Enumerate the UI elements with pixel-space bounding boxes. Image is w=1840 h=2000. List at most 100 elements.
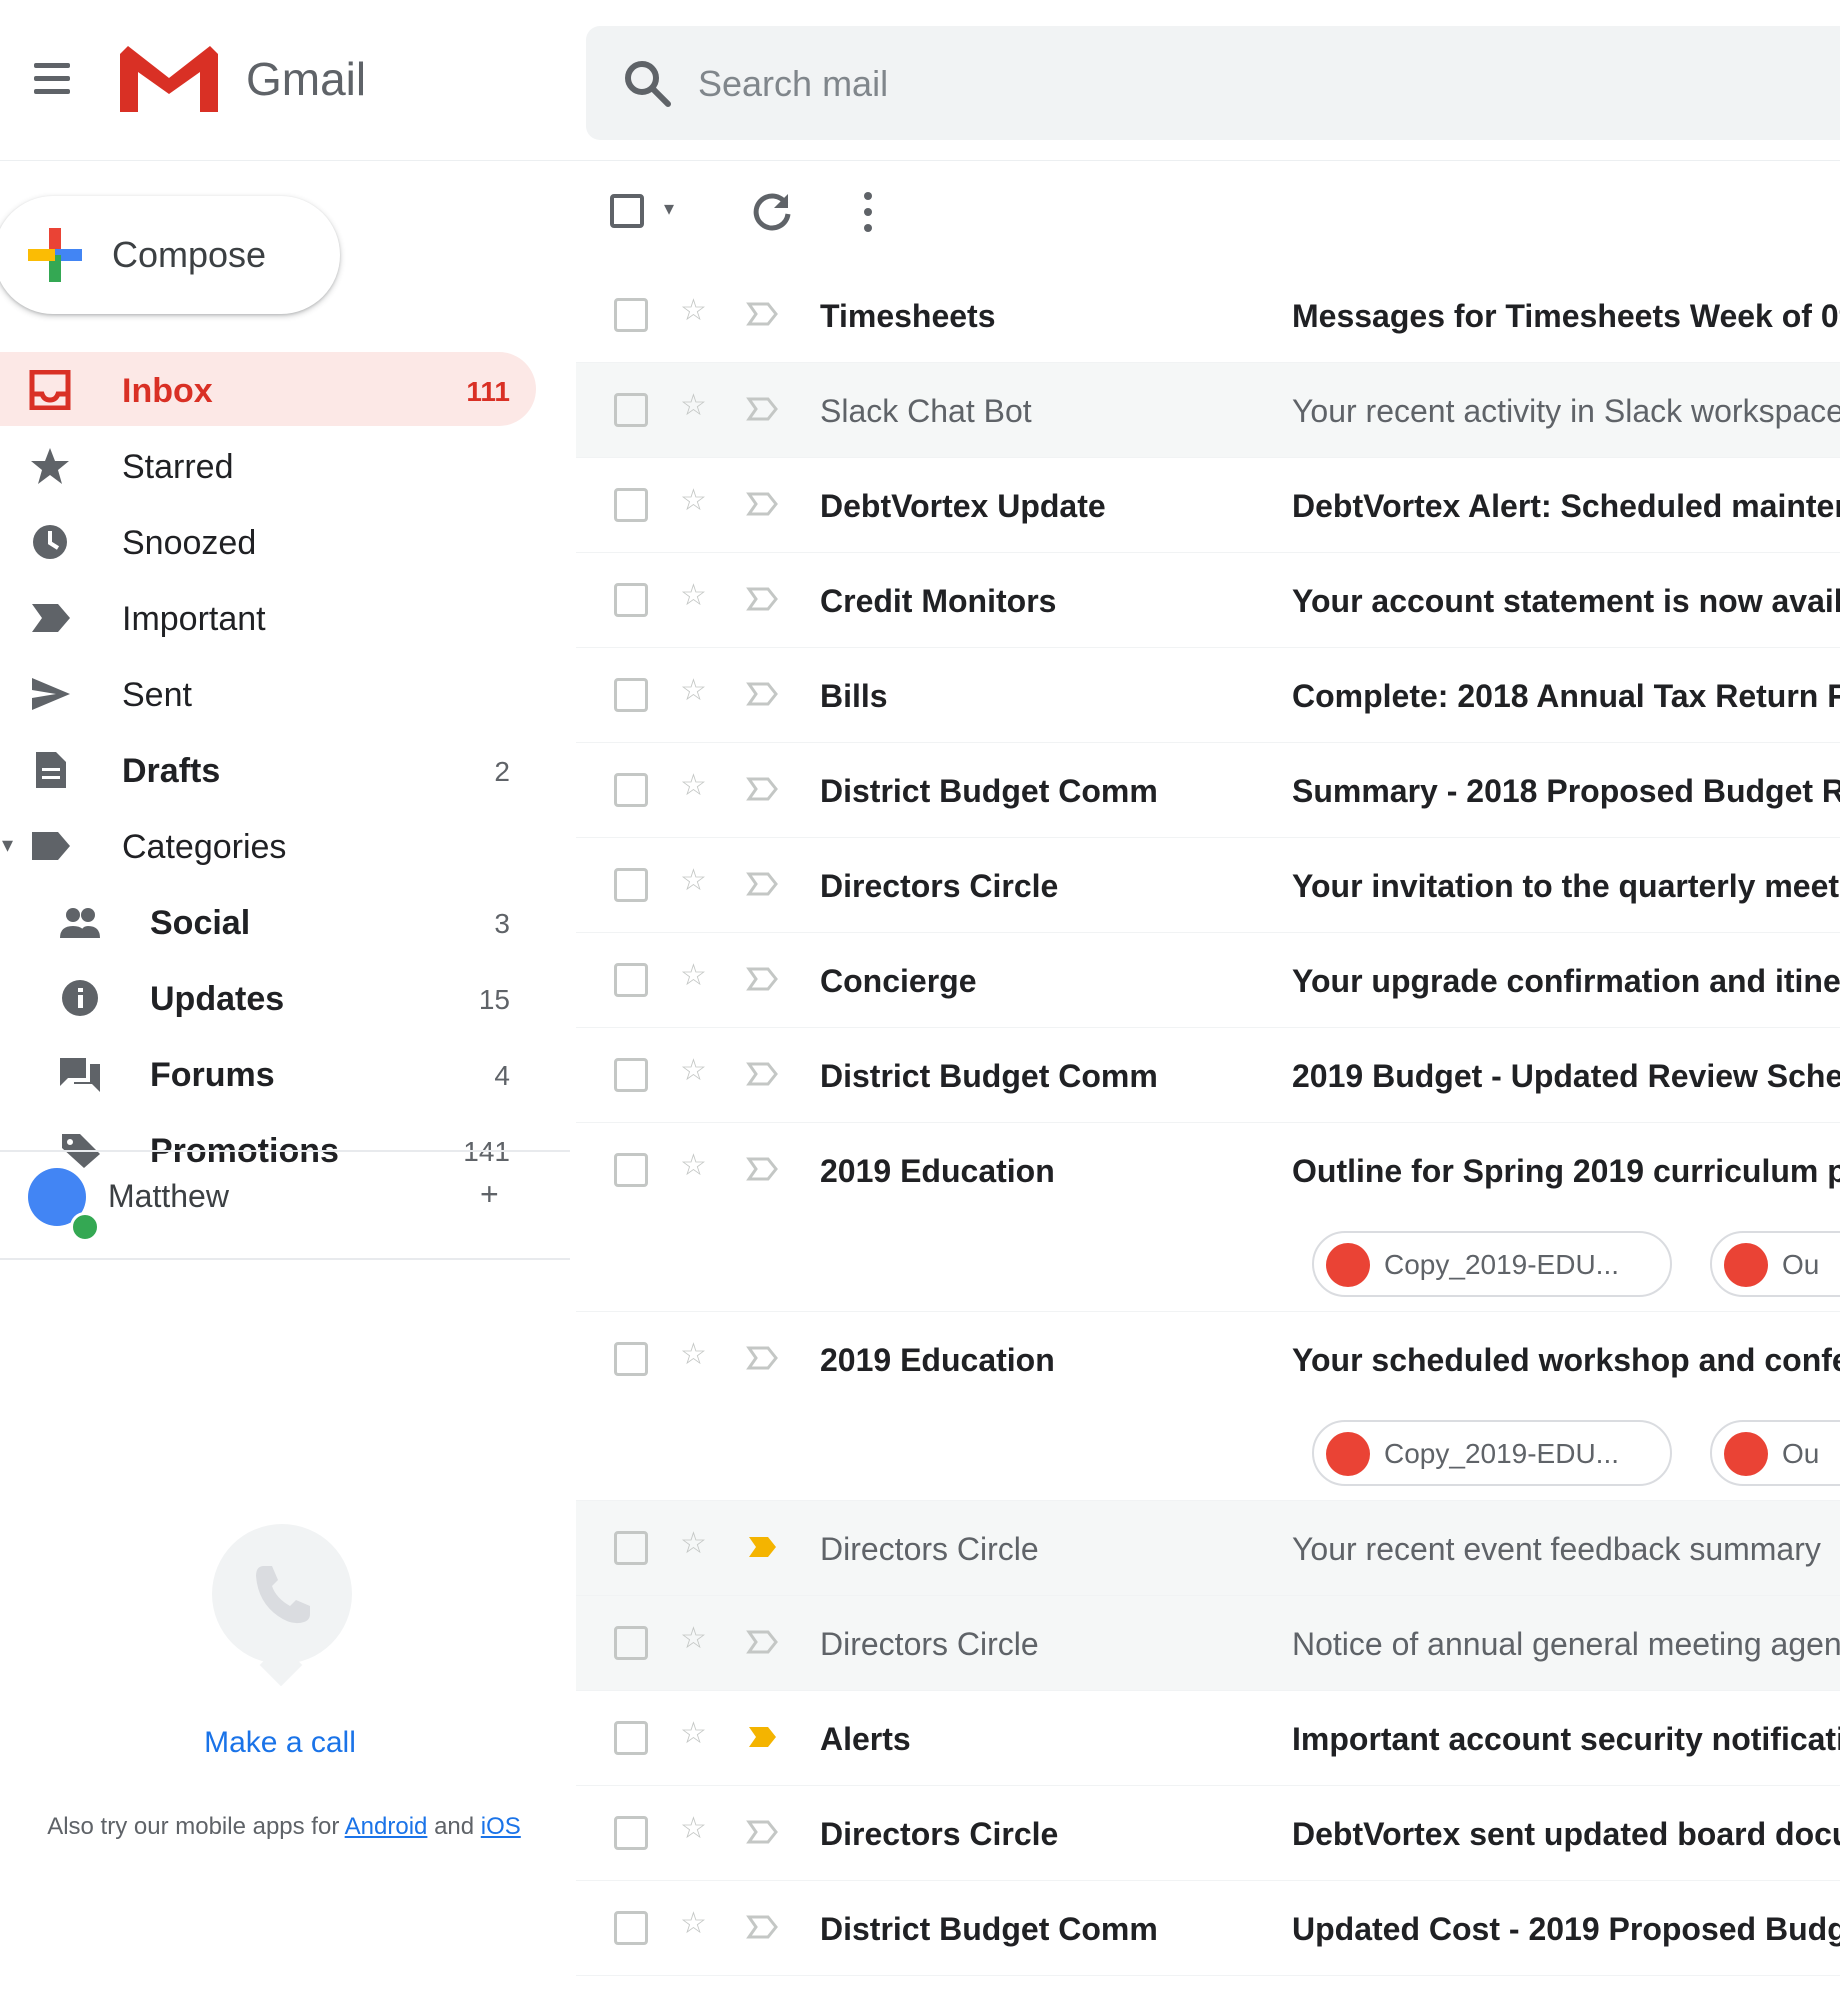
star-icon[interactable]: ☆	[680, 1056, 707, 1086]
important-marker-icon[interactable]	[746, 773, 778, 805]
search-icon[interactable]	[620, 56, 674, 110]
star-icon[interactable]: ☆	[680, 296, 707, 326]
row-checkbox[interactable]	[614, 963, 648, 997]
row-checkbox[interactable]	[614, 393, 648, 427]
email-row[interactable]: ☆ DebtVortex Update DebtVortex Alert: Sche…	[576, 458, 1840, 553]
important-marker-icon[interactable]	[746, 1721, 778, 1753]
sidebar-item-promotions[interactable]: Promotions 141	[0, 1112, 536, 1186]
row-checkbox[interactable]	[614, 1342, 648, 1376]
important-marker-icon[interactable]	[746, 393, 778, 425]
search-bar[interactable]	[586, 26, 1840, 140]
attachment-chip[interactable]: Ou	[1710, 1420, 1840, 1486]
important-marker-icon[interactable]	[746, 1816, 778, 1848]
compose-button[interactable]: Compose	[0, 196, 340, 314]
email-row[interactable]: ☆ Credit Monitors Your account statement i…	[576, 553, 1840, 648]
row-checkbox[interactable]	[614, 298, 648, 332]
important-marker-icon[interactable]	[746, 963, 778, 995]
important-marker-icon[interactable]	[746, 583, 778, 615]
sidebar-item-categories[interactable]: ▾ Categories	[0, 808, 536, 882]
important-marker-icon[interactable]	[746, 678, 778, 710]
star-icon[interactable]: ☆	[680, 486, 707, 516]
sidebar-item-social[interactable]: Social 3	[0, 884, 536, 958]
star-icon[interactable]: ☆	[680, 391, 707, 421]
main-menu-icon[interactable]	[22, 48, 82, 108]
important-marker-icon[interactable]	[746, 1531, 778, 1563]
row-checkbox[interactable]	[614, 678, 648, 712]
gmail-logo-icon[interactable]	[118, 42, 220, 116]
email-row[interactable]: ☆ Directors Circle DebtVortex sent updated…	[576, 1786, 1840, 1881]
email-sender: District Budget Comm	[820, 1058, 1158, 1094]
sidebar-item-forums[interactable]: Forums 4	[0, 1036, 536, 1110]
star-icon[interactable]: ☆	[680, 581, 707, 611]
star-icon[interactable]: ☆	[680, 771, 707, 801]
star-icon[interactable]: ☆	[680, 1340, 707, 1370]
people-icon	[60, 908, 100, 938]
sidebar-item-sent[interactable]: Sent	[0, 656, 536, 730]
sidebar-item-inbox[interactable]: Inbox 111	[0, 352, 536, 426]
email-row[interactable]: ☆ District Budget Comm Summary - 2018 Prop…	[576, 743, 1840, 838]
important-marker-icon[interactable]	[746, 1153, 778, 1185]
email-row[interactable]: ☆ Directors Circle Notice of annual genera…	[576, 1596, 1840, 1691]
attachment-chip[interactable]: Ou	[1710, 1231, 1840, 1297]
row-checkbox[interactable]	[614, 868, 648, 902]
row-checkbox[interactable]	[614, 1626, 648, 1660]
star-icon[interactable]: ☆	[680, 1529, 707, 1559]
row-checkbox[interactable]	[614, 1058, 648, 1092]
email-row[interactable]: ☆ 2019 Education Your scheduled workshop a…	[576, 1312, 1840, 1501]
select-all-checkbox[interactable]	[610, 194, 644, 228]
sidebar-item-important[interactable]: Important	[0, 580, 536, 654]
important-marker-icon[interactable]	[746, 298, 778, 330]
sidebar-item-snoozed[interactable]: Snoozed	[0, 504, 536, 578]
important-marker-icon[interactable]	[746, 1342, 778, 1374]
email-row[interactable]: ☆ 2019 Education Outline for Spring 2019 c…	[576, 1123, 1840, 1312]
star-icon[interactable]: ☆	[680, 1151, 707, 1181]
hangouts-user-name[interactable]: Matthew	[108, 1178, 229, 1215]
email-row[interactable]: ☆ Directors Circle Your invitation to the …	[576, 838, 1840, 933]
row-checkbox[interactable]	[614, 773, 648, 807]
row-checkbox[interactable]	[614, 583, 648, 617]
sidebar-item-drafts[interactable]: Drafts 2	[0, 732, 536, 806]
email-row[interactable]: ☆ District Budget Comm Updated Cost - 2019…	[576, 1881, 1840, 1976]
sidebar-item-starred[interactable]: Starred	[0, 428, 536, 502]
add-icon[interactable]: +	[480, 1176, 499, 1213]
email-row[interactable]: ☆ Concierge Your upgrade confirmation and …	[576, 933, 1840, 1028]
row-checkbox[interactable]	[614, 488, 648, 522]
attachment-chip[interactable]: Copy_2019-EDU...	[1312, 1420, 1672, 1486]
mobile-apps-note: Also try our mobile apps for Android and…	[44, 1810, 524, 1844]
important-marker-icon[interactable]	[746, 1058, 778, 1090]
email-row[interactable]: ☆ Directors Circle Your recent event feedb…	[576, 1501, 1840, 1596]
attachment-chip[interactable]: Copy_2019-EDU...	[1312, 1231, 1672, 1297]
email-row[interactable]: ☆ Slack Chat Bot Your recent activity in S…	[576, 363, 1840, 458]
more-options-icon[interactable]	[862, 188, 874, 236]
email-row[interactable]: ☆ District Budget Comm 2019 Budget - Updat…	[576, 1028, 1840, 1123]
star-icon[interactable]: ☆	[680, 1909, 707, 1939]
email-row[interactable]: ☆ Timesheets Messages for Timesheets Week …	[576, 268, 1840, 363]
important-marker-icon[interactable]	[746, 488, 778, 520]
star-icon[interactable]: ☆	[680, 676, 707, 706]
sidebar-item-updates[interactable]: Updates 15	[0, 960, 536, 1034]
important-marker-icon[interactable]	[746, 1911, 778, 1943]
chevron-down-icon[interactable]: ▾	[2, 832, 13, 858]
android-link[interactable]: Android	[345, 1813, 428, 1840]
row-checkbox[interactable]	[614, 1816, 648, 1850]
row-checkbox[interactable]	[614, 1531, 648, 1565]
make-call-link[interactable]: Make a call	[0, 1726, 560, 1760]
mobile-apps-text: Also try our mobile apps for	[47, 1813, 340, 1840]
refresh-icon[interactable]	[750, 190, 794, 234]
important-marker-icon[interactable]	[746, 1626, 778, 1658]
search-input[interactable]	[696, 56, 1500, 112]
email-row[interactable]: ☆ Bills Complete: 2018 Annual Tax Return F…	[576, 648, 1840, 743]
star-icon[interactable]: ☆	[680, 1719, 707, 1749]
ios-link[interactable]: iOS	[481, 1813, 521, 1840]
chevron-down-icon[interactable]: ▾	[664, 196, 674, 221]
row-checkbox[interactable]	[614, 1153, 648, 1187]
important-marker-icon[interactable]	[746, 868, 778, 900]
star-icon[interactable]: ☆	[680, 1624, 707, 1654]
star-icon[interactable]: ☆	[680, 866, 707, 896]
row-checkbox[interactable]	[614, 1911, 648, 1945]
email-subject: Your scheduled workshop and conference	[1292, 1342, 1840, 1378]
row-checkbox[interactable]	[614, 1721, 648, 1755]
email-row[interactable]: ☆ Alerts Important account security notifi…	[576, 1691, 1840, 1786]
star-icon[interactable]: ☆	[680, 961, 707, 991]
star-icon[interactable]: ☆	[680, 1814, 707, 1844]
